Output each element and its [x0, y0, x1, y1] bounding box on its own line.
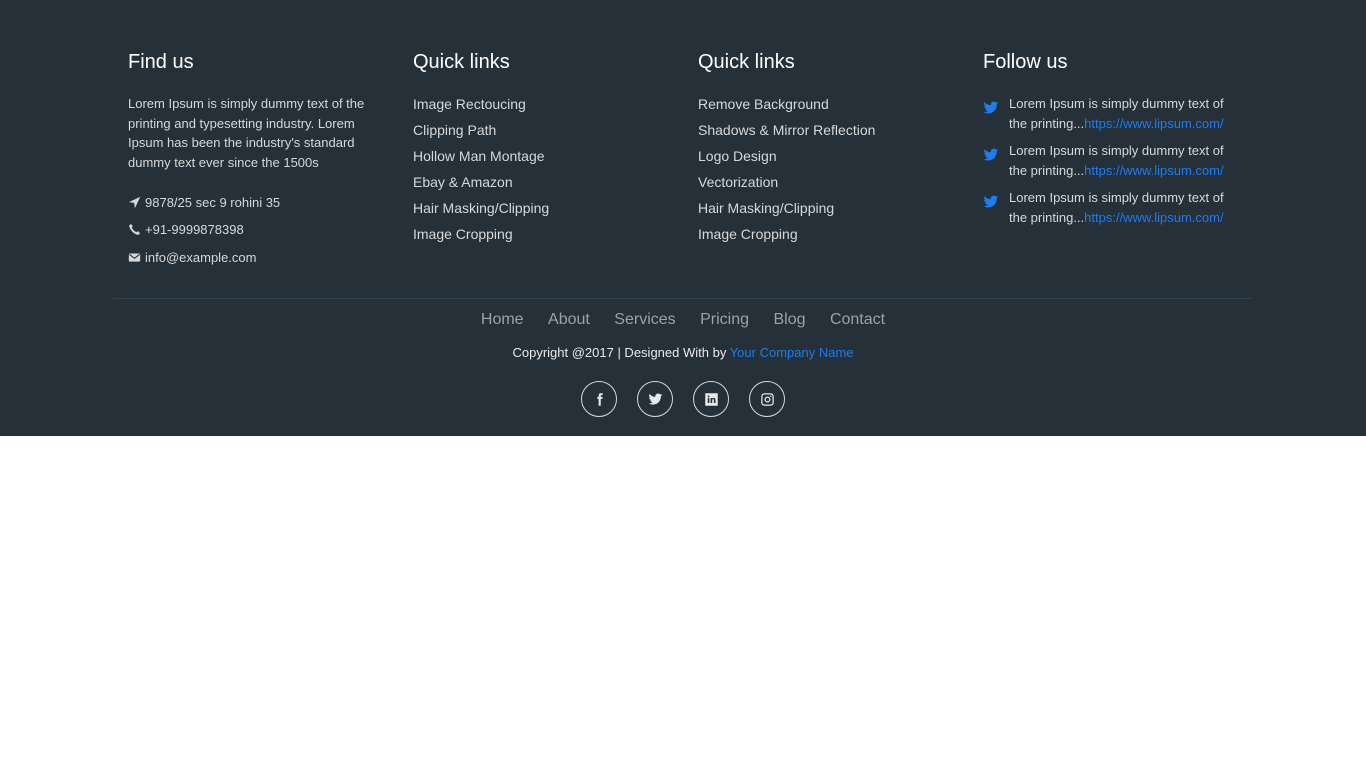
footer: Find us Lorem Ipsum is simply dummy text…: [0, 0, 1366, 436]
twitter-icon: [983, 101, 999, 114]
tweet-item: Lorem Ipsum is simply dummy text of the …: [983, 141, 1243, 181]
tweet-link[interactable]: https://www.lipsum.com/: [1084, 163, 1223, 178]
tweet-item: Lorem Ipsum is simply dummy text of the …: [983, 94, 1243, 134]
phone-row: +91-9999878398: [128, 222, 368, 238]
envelope-icon: [128, 252, 141, 262]
quick-link-hair-masking-1[interactable]: Hair Masking/Clipping: [413, 200, 549, 216]
tweet-list: Lorem Ipsum is simply dummy text of the …: [983, 94, 1243, 228]
quick-link-remove-background[interactable]: Remove Background: [698, 96, 829, 112]
quick-link-logo-design[interactable]: Logo Design: [698, 148, 777, 164]
instagram-icon: [760, 392, 774, 406]
social-links: [0, 381, 1366, 417]
follow-us-title: Follow us: [983, 51, 1068, 73]
phone-text: +91-9999878398: [145, 222, 244, 237]
footer-divider: [113, 298, 1252, 299]
twitter-icon: [983, 195, 999, 208]
quick-link-clipping-path[interactable]: Clipping Path: [413, 122, 496, 138]
company-link[interactable]: Your Company Name: [730, 345, 854, 360]
find-us-description: Lorem Ipsum is simply dummy text of the …: [128, 96, 365, 170]
quick-links-title-1: Quick links: [413, 51, 510, 73]
tweet-item: Lorem Ipsum is simply dummy text of the …: [983, 188, 1243, 228]
facebook-button[interactable]: [581, 381, 617, 417]
nav-blog[interactable]: Blog: [773, 311, 805, 328]
copyright-text: Copyright @2017 | Designed With by: [512, 345, 730, 360]
contact-list: 9878/25 sec 9 rohini 35 +91-9999878398 i…: [128, 194, 368, 265]
linkedin-button[interactable]: [693, 381, 729, 417]
nav-pricing[interactable]: Pricing: [700, 311, 749, 328]
nav-services[interactable]: Services: [614, 311, 675, 328]
phone-icon: [129, 223, 141, 235]
address-text: 9878/25 sec 9 rohini 35: [145, 194, 281, 210]
follow-us-column: Follow us Lorem Ipsum is simply dummy te…: [983, 50, 1243, 235]
quick-link-image-cropping-1[interactable]: Image Cropping: [413, 226, 513, 242]
quick-link-hollow-man-montage[interactable]: Hollow Man Montage: [413, 148, 545, 164]
tweet-link[interactable]: https://www.lipsum.com/: [1084, 116, 1223, 131]
quick-link-image-rectoucing[interactable]: Image Rectoucing: [413, 96, 526, 112]
quick-link-image-cropping-2[interactable]: Image Cropping: [698, 226, 798, 242]
address-row: 9878/25 sec 9 rohini 35: [128, 194, 368, 210]
twitter-icon: [983, 148, 999, 161]
quick-link-hair-masking-2[interactable]: Hair Masking/Clipping: [698, 200, 834, 216]
find-us-title: Find us: [128, 51, 194, 73]
footer-nav: Home About Services Pricing Blog Contact: [0, 310, 1366, 330]
nav-home[interactable]: Home: [481, 311, 524, 328]
facebook-icon: [596, 392, 603, 406]
quick-link-ebay-amazon[interactable]: Ebay & Amazon: [413, 174, 513, 190]
quick-links-column-2: Quick links Remove Background Shadows & …: [698, 50, 958, 250]
linkedin-icon: [704, 392, 718, 406]
instagram-button[interactable]: [749, 381, 785, 417]
twitter-icon: [648, 393, 662, 405]
nav-about[interactable]: About: [548, 311, 590, 328]
tweet-link[interactable]: https://www.lipsum.com/: [1084, 210, 1223, 225]
nav-contact[interactable]: Contact: [830, 311, 885, 328]
email-text: info@example.com: [145, 249, 257, 265]
twitter-button[interactable]: [637, 381, 673, 417]
quick-links-list-2: Remove Background Shadows & Mirror Refle…: [698, 94, 958, 250]
copyright: Copyright @2017 | Designed With by Your …: [0, 344, 1366, 361]
find-us-column: Find us Lorem Ipsum is simply dummy text…: [128, 50, 368, 277]
quick-link-vectorization[interactable]: Vectorization: [698, 174, 778, 190]
quick-links-list-1: Image Rectoucing Clipping Path Hollow Ma…: [413, 94, 673, 250]
email-row: info@example.com: [128, 249, 368, 265]
quick-link-shadows-mirror[interactable]: Shadows & Mirror Reflection: [698, 122, 875, 138]
quick-links-title-2: Quick links: [698, 51, 795, 73]
quick-links-column-1: Quick links Image Rectoucing Clipping Pa…: [413, 50, 673, 250]
location-arrow-icon: [128, 196, 141, 208]
